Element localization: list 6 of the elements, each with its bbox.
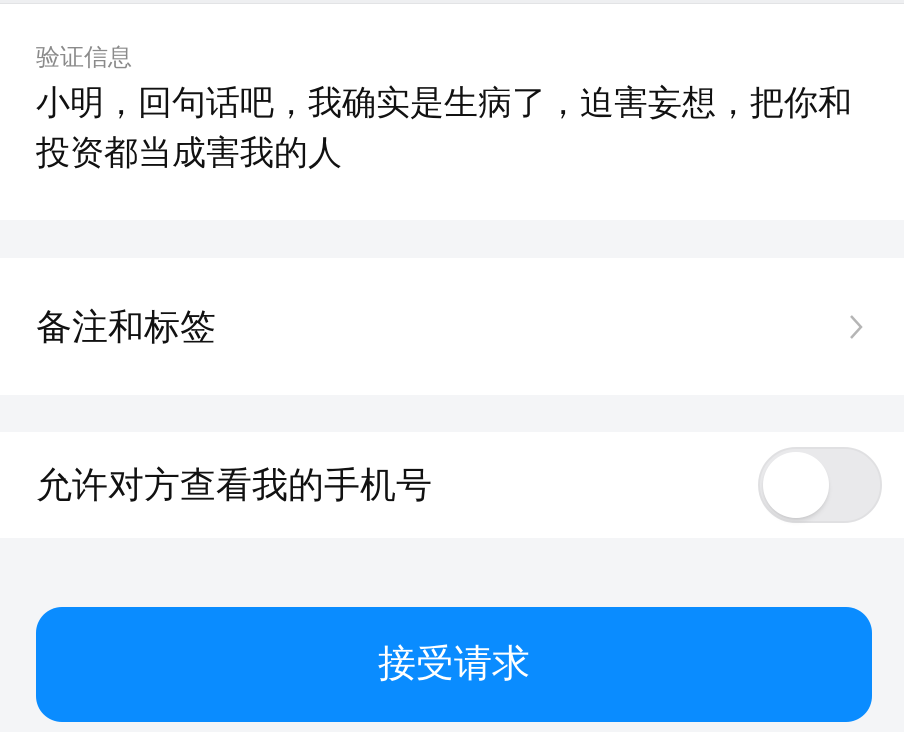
remark-row[interactable]: 备注和标签 — [0, 258, 904, 395]
remark-label: 备注和标签 — [36, 304, 216, 348]
phone-permission-label: 允许对方查看我的手机号 — [36, 463, 432, 507]
chevron-right-icon — [848, 312, 864, 340]
verification-label: 验证信息 — [36, 43, 133, 73]
verification-message: 小明，回句话吧，我确实是生病了，迫害妄想，把你和投资都当成害我的人 — [36, 83, 853, 174]
